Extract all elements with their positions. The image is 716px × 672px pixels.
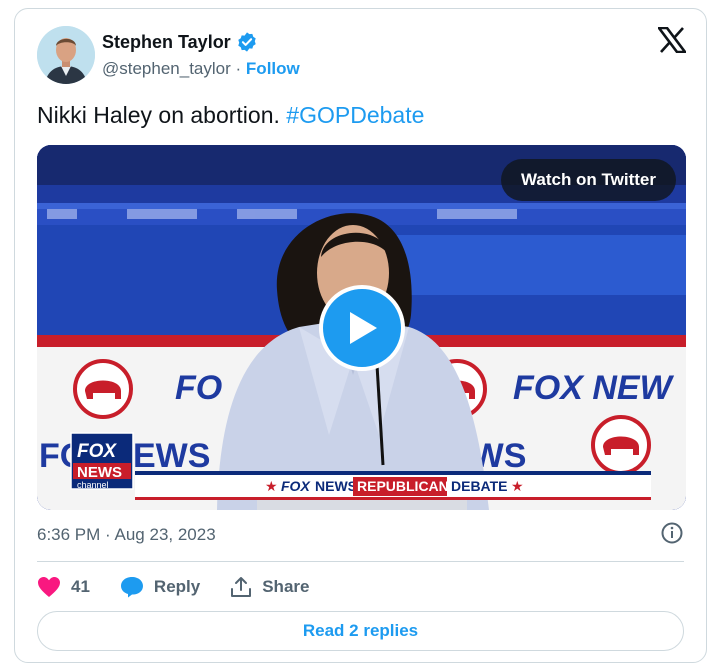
author-name[interactable]: Stephen Taylor xyxy=(102,32,231,53)
banner-debate: DEBATE xyxy=(451,478,508,494)
author-name-row: Stephen Taylor xyxy=(102,31,258,53)
reply-label: Reply xyxy=(153,577,201,596)
action-bar: 41 Reply Share xyxy=(37,573,339,601)
verified-badge-icon xyxy=(236,31,258,53)
fox-logo-top: FOX xyxy=(77,441,117,462)
avatar[interactable] xyxy=(37,26,95,84)
share-button[interactable]: Share xyxy=(230,576,309,598)
svg-text:★: ★ xyxy=(265,478,278,494)
tweet-body: Nikki Haley on abortion. xyxy=(37,102,280,128)
read-replies-button[interactable]: Read 2 replies xyxy=(37,611,684,651)
fox-logo-news: NEWS xyxy=(77,464,122,481)
info-icon[interactable] xyxy=(660,521,684,545)
svg-text:★: ★ xyxy=(511,478,524,494)
play-button[interactable] xyxy=(319,285,405,371)
banner-fox: FOX xyxy=(281,478,311,494)
author-handle[interactable]: @stephen_taylor xyxy=(102,59,231,78)
banner-news: NEWS xyxy=(315,478,357,494)
reply-button[interactable]: Reply xyxy=(120,576,200,598)
play-icon xyxy=(350,312,377,344)
tweet-card: Stephen Taylor @stephen_taylor · Follow … xyxy=(14,8,707,663)
fox-logo-channel: channel xyxy=(77,480,109,490)
author-handle-row: @stephen_taylor · Follow xyxy=(102,59,300,79)
x-logo-icon[interactable] xyxy=(656,26,688,54)
divider xyxy=(37,561,684,562)
video-player[interactable]: FO FOX NEW FO EWS EWS FOX NEWS channel ★… xyxy=(37,145,686,510)
tweet-timestamp[interactable]: 6:36 PM · Aug 23, 2023 xyxy=(37,525,216,545)
backdrop-text-fox-a: FO xyxy=(175,369,222,407)
tweet-date: Aug 23, 2023 xyxy=(114,525,216,544)
share-label: Share xyxy=(262,577,310,596)
like-count: 41 xyxy=(71,577,90,596)
reply-bubble-icon xyxy=(120,577,143,598)
heart-icon xyxy=(38,577,60,597)
backdrop-text-mid: EWS xyxy=(133,437,210,475)
follow-button[interactable]: Follow xyxy=(246,59,300,78)
backdrop-text-fox-b: FOX NEW xyxy=(513,369,675,407)
tweet-time: 6:36 PM xyxy=(37,525,101,544)
time-separator: · xyxy=(105,525,111,544)
hashtag-link[interactable]: #GOPDebate xyxy=(286,102,424,128)
watch-on-twitter-button[interactable]: Watch on Twitter xyxy=(500,159,676,201)
banner-republican: REPUBLICAN xyxy=(357,478,449,494)
tweet-text: Nikki Haley on abortion. #GOPDebate xyxy=(37,102,424,129)
handle-separator: · xyxy=(235,59,242,78)
avatar-photo xyxy=(37,26,95,84)
share-icon xyxy=(231,577,252,597)
like-button[interactable]: 41 xyxy=(37,576,90,598)
